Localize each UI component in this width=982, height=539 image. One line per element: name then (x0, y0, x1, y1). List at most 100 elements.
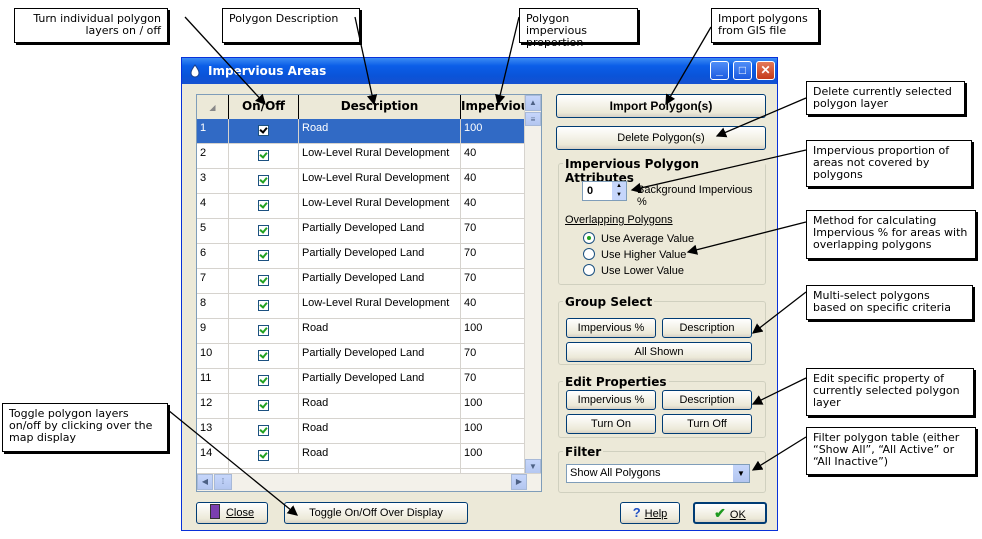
horizontal-scrollbar[interactable]: ◀ ⁞ ▶ (197, 473, 541, 491)
background-impervious-input[interactable]: 0 ▲ ▼ (582, 181, 627, 201)
table-row[interactable]: 3 Low-Level Rural Development 40 (197, 169, 527, 194)
table-row[interactable]: 12 Road 100 (197, 394, 527, 419)
table-row[interactable]: 5 Partially Developed Land 70 (197, 219, 527, 244)
row-description[interactable]: Low-Level Rural Development (299, 194, 461, 218)
row-impervious[interactable]: 100 (461, 419, 527, 443)
hscroll-thumb[interactable]: ⁞ (214, 474, 232, 490)
table-row[interactable]: 8 Low-Level Rural Development 40 (197, 294, 527, 319)
scroll-thumb[interactable]: ≡ (525, 112, 541, 126)
row-impervious[interactable]: 40 (461, 294, 527, 318)
checkbox-icon[interactable] (258, 125, 269, 136)
row-description[interactable]: Road (299, 119, 461, 143)
row-toggle[interactable] (229, 269, 299, 293)
chevron-down-icon[interactable]: ▼ (733, 465, 749, 482)
checkbox-icon[interactable] (258, 250, 269, 261)
row-toggle[interactable] (229, 344, 299, 368)
radio-lower[interactable]: Use Lower Value (583, 264, 684, 277)
edit-impervious-button[interactable]: Impervious % (566, 390, 656, 410)
row-impervious[interactable]: 40 (461, 169, 527, 193)
checkbox-icon[interactable] (258, 325, 269, 336)
turn-on-button[interactable]: Turn On (566, 414, 656, 434)
row-impervious[interactable]: 40 (461, 194, 527, 218)
title-bar[interactable]: Impervious Areas _ □ ✕ (182, 58, 777, 84)
close-window-button[interactable]: ✕ (756, 61, 775, 80)
checkbox-icon[interactable] (258, 425, 269, 436)
row-description[interactable]: Partially Developed Land (299, 344, 461, 368)
checkbox-icon[interactable] (258, 200, 269, 211)
row-description[interactable]: Low-Level Rural Development (299, 294, 461, 318)
table-row[interactable]: 10 Partially Developed Land 70 (197, 344, 527, 369)
maximize-button[interactable]: □ (733, 61, 752, 80)
checkbox-icon[interactable] (258, 375, 269, 386)
checkbox-icon[interactable] (258, 300, 269, 311)
row-toggle[interactable] (229, 319, 299, 343)
checkbox-icon[interactable] (258, 225, 269, 236)
row-impervious[interactable]: 40 (461, 144, 527, 168)
scroll-left-icon[interactable]: ◀ (197, 474, 213, 490)
spin-down-icon[interactable]: ▼ (612, 191, 626, 200)
scroll-right-icon[interactable]: ▶ (511, 474, 527, 490)
radio-average[interactable]: Use Average Value (583, 232, 694, 245)
checkbox-icon[interactable] (258, 450, 269, 461)
row-toggle[interactable] (229, 444, 299, 468)
row-toggle[interactable] (229, 394, 299, 418)
row-description[interactable]: Road (299, 319, 461, 343)
row-impervious[interactable]: 70 (461, 244, 527, 268)
row-description[interactable]: Partially Developed Land (299, 269, 461, 293)
table-row[interactable]: 11 Partially Developed Land 70 (197, 369, 527, 394)
import-polygons-button[interactable]: Import Polygon(s) (556, 94, 766, 118)
row-description[interactable]: Road (299, 444, 461, 468)
checkbox-icon[interactable] (258, 350, 269, 361)
row-toggle[interactable] (229, 244, 299, 268)
row-toggle[interactable] (229, 219, 299, 243)
close-button[interactable]: Close (196, 502, 268, 524)
table-row[interactable]: 6 Partially Developed Land 70 (197, 244, 527, 269)
header-flag[interactable]: ◢ (197, 95, 229, 119)
edit-description-button[interactable]: Description (662, 390, 752, 410)
turn-off-button[interactable]: Turn Off (662, 414, 752, 434)
radio-higher[interactable]: Use Higher Value (583, 248, 686, 261)
row-toggle[interactable] (229, 419, 299, 443)
table-row[interactable]: 2 Low-Level Rural Development 40 (197, 144, 527, 169)
ok-button[interactable]: ✔ OK (693, 502, 767, 524)
table-row[interactable]: 13 Road 100 (197, 419, 527, 444)
row-impervious[interactable]: 100 (461, 319, 527, 343)
row-toggle[interactable] (229, 169, 299, 193)
checkbox-icon[interactable] (258, 400, 269, 411)
table-row[interactable]: 1 Road 100 (197, 119, 527, 144)
help-button[interactable]: ? Help (620, 502, 680, 524)
row-toggle[interactable] (229, 119, 299, 143)
row-impervious[interactable]: 70 (461, 344, 527, 368)
row-toggle[interactable] (229, 294, 299, 318)
table-row[interactable]: 7 Partially Developed Land 70 (197, 269, 527, 294)
row-impervious[interactable]: 100 (461, 444, 527, 468)
checkbox-icon[interactable] (258, 175, 269, 186)
group-select-all-shown-button[interactable]: All Shown (566, 342, 752, 362)
group-select-description-button[interactable]: Description (662, 318, 752, 338)
table-row[interactable]: 4 Low-Level Rural Development 40 (197, 194, 527, 219)
header-impervious[interactable]: Impervious (461, 95, 536, 119)
table-row[interactable]: 9 Road 100 (197, 319, 527, 344)
row-description[interactable]: Partially Developed Land (299, 369, 461, 393)
row-impervious[interactable]: 70 (461, 219, 527, 243)
spin-up-icon[interactable]: ▲ (612, 182, 626, 191)
row-impervious[interactable]: 70 (461, 369, 527, 393)
row-description[interactable]: Low-Level Rural Development (299, 169, 461, 193)
row-toggle[interactable] (229, 369, 299, 393)
row-description[interactable]: Partially Developed Land (299, 219, 461, 243)
group-select-impervious-button[interactable]: Impervious % (566, 318, 656, 338)
vertical-scrollbar[interactable]: ▲ ≡ ▼ (524, 95, 541, 475)
row-description[interactable]: Partially Developed Land (299, 244, 461, 268)
header-on-off[interactable]: On/Off (229, 95, 299, 119)
row-description[interactable]: Road (299, 419, 461, 443)
row-toggle[interactable] (229, 194, 299, 218)
row-impervious[interactable]: 100 (461, 394, 527, 418)
checkbox-icon[interactable] (258, 275, 269, 286)
row-toggle[interactable] (229, 144, 299, 168)
row-impervious[interactable]: 70 (461, 269, 527, 293)
row-description[interactable]: Low-Level Rural Development (299, 144, 461, 168)
row-impervious[interactable]: 100 (461, 119, 527, 143)
checkbox-icon[interactable] (258, 150, 269, 161)
minimize-button[interactable]: _ (710, 61, 729, 80)
polygon-table[interactable]: ◢ On/Off Description Impervious 1 Road 100… (196, 94, 542, 492)
